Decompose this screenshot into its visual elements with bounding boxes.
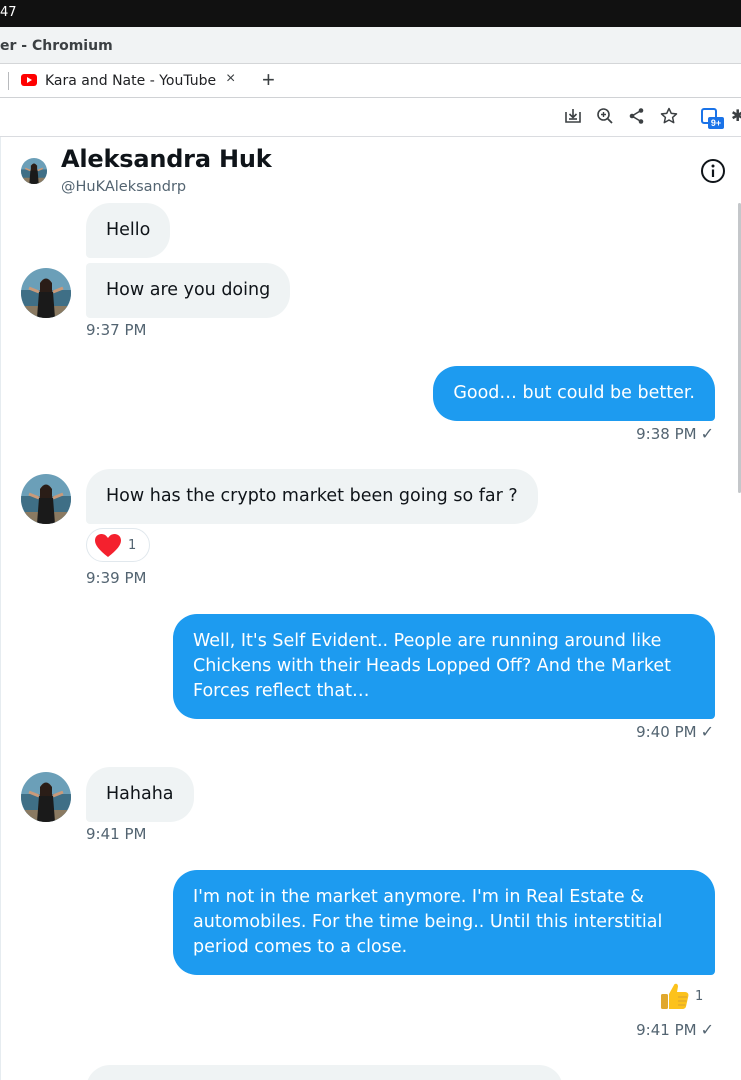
timestamp-text: 9:40 PM xyxy=(636,723,697,741)
system-clock: 47 xyxy=(0,5,17,20)
heart-icon xyxy=(95,534,121,557)
extensions-puzzle-icon[interactable]: ✱ xyxy=(731,106,741,126)
reaction-count: 1 xyxy=(128,538,137,553)
sender-avatar[interactable] xyxy=(21,268,71,318)
message-timestamp-outgoing: 9:38 PM ✓ xyxy=(636,424,714,443)
message-bubble-incoming[interactable]: How are you doing xyxy=(86,263,291,318)
tab-close-icon[interactable]: × xyxy=(226,70,235,88)
extension-icon[interactable]: 9+ xyxy=(701,106,724,130)
reaction-count: 1 xyxy=(695,989,704,1004)
conversation-name: Aleksandra Huk xyxy=(61,145,272,173)
install-app-icon[interactable] xyxy=(563,106,583,126)
zoom-icon[interactable] xyxy=(595,106,615,126)
panel-border xyxy=(0,137,1,1080)
profile-photo-icon xyxy=(21,268,71,318)
message-bubble-outgoing[interactable]: Good… but could be better. xyxy=(433,366,715,421)
tab-bar: Kara and Nate - YouTube × + xyxy=(0,64,741,98)
sender-avatar[interactable] xyxy=(21,474,71,524)
dm-conversation: Aleksandra Huk @HuKAleksandrp Hello How … xyxy=(0,137,741,1080)
profile-photo-icon xyxy=(21,772,71,822)
reaction-chip-heart[interactable]: 1 xyxy=(86,528,150,562)
sender-avatar[interactable] xyxy=(21,772,71,822)
conversation-handle: @HuKAleksandrp xyxy=(61,179,187,195)
info-icon[interactable] xyxy=(700,158,726,184)
read-check-icon: ✓ xyxy=(700,424,714,443)
message-timestamp-outgoing: 9:41 PM ✓ xyxy=(636,1020,714,1039)
read-check-icon: ✓ xyxy=(700,1020,714,1039)
bookmark-star-icon[interactable] xyxy=(659,106,679,126)
message-bubble-outgoing[interactable]: Well, It's Self Evident.. People are run… xyxy=(173,614,715,719)
tab-youtube[interactable]: Kara and Nate - YouTube × xyxy=(12,64,252,98)
profile-photo-icon xyxy=(21,158,47,184)
message-bubble-incoming[interactable]: How has the crypto market been going so … xyxy=(86,469,538,524)
browser-toolbar: 9+ ✱ xyxy=(0,98,741,137)
new-tab-button[interactable]: + xyxy=(262,67,275,93)
message-timestamp: 9:41 PM xyxy=(86,825,147,843)
timestamp-text: 9:38 PM xyxy=(636,425,697,443)
message-timestamp: 9:37 PM xyxy=(86,321,147,339)
youtube-icon xyxy=(21,74,37,86)
reaction-thumbs-up[interactable]: 1 xyxy=(659,980,715,1014)
extension-badge: 9+ xyxy=(708,117,724,129)
read-check-icon: ✓ xyxy=(700,722,714,741)
tab-separator xyxy=(8,72,9,90)
message-bubble-incoming[interactable]: Hahaha xyxy=(86,767,194,822)
window-title-bar: er - Chromium xyxy=(0,27,741,64)
message-bubble-incoming[interactable]: Hello xyxy=(86,203,171,258)
message-timestamp-outgoing: 9:40 PM ✓ xyxy=(636,722,714,741)
tab-title: Kara and Nate - YouTube xyxy=(45,73,217,89)
thumbs-up-icon xyxy=(661,983,689,1009)
message-bubble-incoming-partial[interactable] xyxy=(86,1065,563,1080)
profile-photo-icon xyxy=(21,474,71,524)
timestamp-text: 9:41 PM xyxy=(636,1021,697,1039)
window-title: er - Chromium xyxy=(0,38,113,54)
share-icon[interactable] xyxy=(627,106,647,126)
message-bubble-outgoing[interactable]: I'm not in the market anymore. I'm in Re… xyxy=(173,870,715,975)
message-timestamp: 9:39 PM xyxy=(86,569,147,587)
system-top-bar: 47 xyxy=(0,0,741,27)
header-avatar[interactable] xyxy=(21,158,47,184)
